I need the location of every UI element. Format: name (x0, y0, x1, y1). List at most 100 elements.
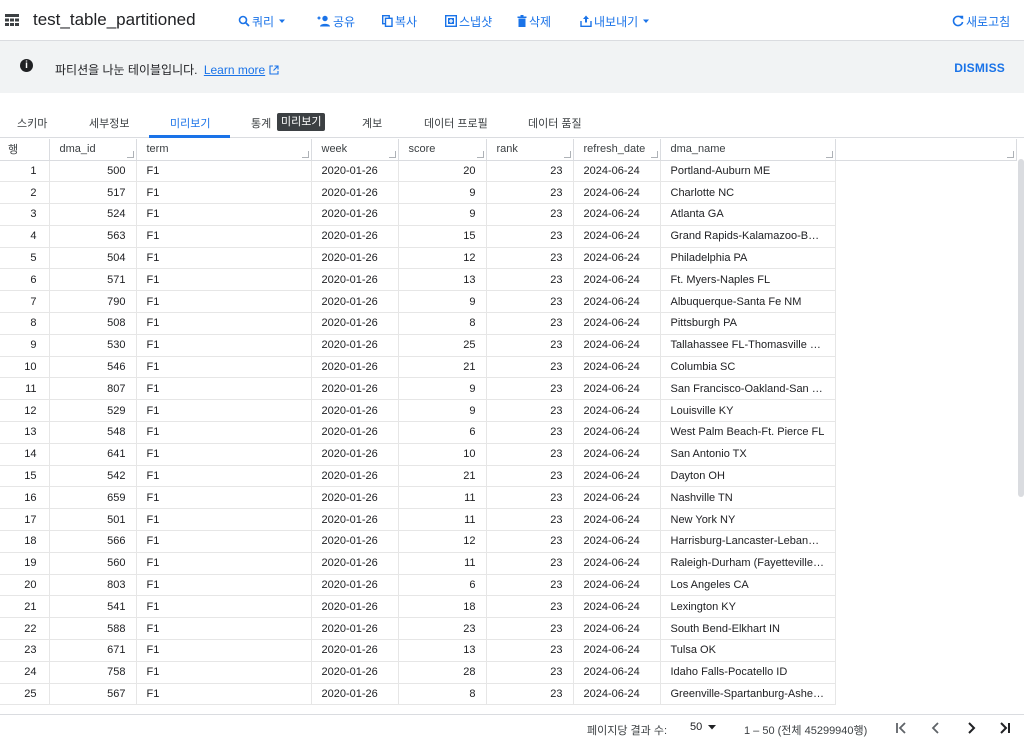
table-cell[interactable]: 571 (49, 268, 137, 292)
table-cell[interactable]: 11 (398, 508, 487, 532)
table-cell[interactable]: 2024-06-24 (573, 421, 661, 444)
table-cell[interactable]: 9 (398, 290, 487, 314)
table-cell[interactable]: Columbia SC (660, 356, 836, 379)
resize-handle-icon[interactable] (476, 150, 484, 158)
export-button[interactable]: 내보내기 (580, 12, 653, 30)
table-cell[interactable]: 23 (486, 312, 574, 335)
table-cell[interactable]: F1 (136, 443, 312, 466)
refresh-button[interactable]: 새로고침 (952, 12, 1010, 30)
table-cell[interactable]: 2020-01-26 (311, 334, 399, 357)
table-cell[interactable]: 567 (49, 683, 137, 706)
table-cell[interactable]: 23 (486, 530, 574, 553)
table-cell[interactable]: 2024-06-24 (573, 225, 661, 248)
table-cell[interactable]: 11 (398, 552, 487, 575)
table-cell[interactable]: Grand Rapids-Kalamazoo-Battl... (660, 225, 836, 248)
table-cell[interactable]: F1 (136, 247, 312, 270)
table-cell[interactable]: 23 (398, 617, 487, 641)
table-cell[interactable]: F1 (136, 225, 312, 248)
table-cell[interactable]: Atlanta GA (660, 203, 836, 226)
table-cell[interactable]: 2020-01-26 (311, 465, 399, 488)
table-cell[interactable]: 25 (398, 334, 487, 357)
resize-handle-icon[interactable] (563, 150, 571, 158)
table-cell[interactable]: F1 (136, 508, 312, 532)
table-cell[interactable]: 542 (49, 465, 137, 488)
table-cell[interactable]: 2024-06-24 (573, 595, 661, 619)
column-header[interactable]: rank (486, 139, 574, 161)
table-cell[interactable]: F1 (136, 683, 312, 706)
table-cell[interactable]: 2024-06-24 (573, 160, 661, 183)
first-page-icon[interactable] (892, 719, 910, 737)
table-cell[interactable]: 2024-06-24 (573, 268, 661, 292)
table-cell[interactable]: F1 (136, 617, 312, 641)
table-cell[interactable]: 2020-01-26 (311, 486, 399, 510)
table-cell[interactable]: 9 (398, 399, 487, 423)
column-header[interactable]: term (136, 139, 312, 161)
table-cell[interactable]: Los Angeles CA (660, 574, 836, 597)
table-cell[interactable]: 501 (49, 508, 137, 532)
table-cell[interactable]: 2020-01-26 (311, 247, 399, 270)
table-cell[interactable]: 758 (49, 661, 137, 684)
table-cell[interactable]: 12 (398, 530, 487, 553)
table-cell[interactable]: 23 (486, 595, 574, 619)
resize-handle-icon[interactable] (301, 150, 309, 158)
table-cell[interactable]: 2020-01-26 (311, 661, 399, 684)
table-cell[interactable]: 23 (486, 225, 574, 248)
table-cell[interactable]: 790 (49, 290, 137, 314)
table-cell[interactable]: New York NY (660, 508, 836, 532)
table-cell[interactable]: 2020-01-26 (311, 312, 399, 335)
table-cell[interactable]: 530 (49, 334, 137, 357)
table-cell[interactable]: Philadelphia PA (660, 247, 836, 270)
table-cell[interactable]: F1 (136, 574, 312, 597)
table-cell[interactable]: 2024-06-24 (573, 552, 661, 575)
vertical-scrollbar[interactable] (1018, 159, 1024, 497)
table-cell[interactable]: 517 (49, 181, 137, 205)
table-cell[interactable]: West Palm Beach-Ft. Pierce FL (660, 421, 836, 444)
copy-button[interactable]: 복사 (382, 12, 417, 30)
table-cell[interactable]: F1 (136, 421, 312, 444)
table-cell[interactable]: 2024-06-24 (573, 661, 661, 684)
dismiss-button[interactable]: DISMISS (954, 61, 1005, 75)
table-cell[interactable]: 2024-06-24 (573, 508, 661, 532)
column-header[interactable]: dma_name (660, 139, 836, 161)
table-cell[interactable]: F1 (136, 356, 312, 379)
column-header[interactable]: dma_id (49, 139, 137, 161)
table-cell[interactable]: 23 (486, 486, 574, 510)
table-cell[interactable]: South Bend-Elkhart IN (660, 617, 836, 641)
table-cell[interactable]: Ft. Myers-Naples FL (660, 268, 836, 292)
resize-handle-icon[interactable] (388, 150, 396, 158)
table-cell[interactable]: F1 (136, 312, 312, 335)
table-cell[interactable]: 2020-01-26 (311, 268, 399, 292)
learn-more-link[interactable]: Learn more (204, 63, 265, 77)
table-cell[interactable]: 6 (398, 574, 487, 597)
table-cell[interactable]: 641 (49, 443, 137, 466)
table-cell[interactable]: 659 (49, 486, 137, 510)
table-cell[interactable]: 2024-06-24 (573, 181, 661, 205)
table-cell[interactable]: 2020-01-26 (311, 377, 399, 401)
table-cell[interactable]: 9 (398, 377, 487, 401)
table-cell[interactable]: 563 (49, 225, 137, 248)
table-cell[interactable]: F1 (136, 160, 312, 183)
table-cell[interactable]: 807 (49, 377, 137, 401)
table-cell[interactable]: F1 (136, 334, 312, 357)
table-cell[interactable]: 11 (398, 486, 487, 510)
table-cell[interactable]: Dayton OH (660, 465, 836, 488)
table-cell[interactable]: 9 (398, 181, 487, 205)
table-cell[interactable]: 23 (486, 683, 574, 706)
table-cell[interactable]: 23 (486, 290, 574, 314)
table-cell[interactable]: 671 (49, 639, 137, 662)
resize-handle-icon[interactable] (126, 150, 134, 158)
table-cell[interactable]: 13 (398, 639, 487, 662)
table-cell[interactable]: 2020-01-26 (311, 290, 399, 314)
table-cell[interactable]: Tallahassee FL-Thomasville GA (660, 334, 836, 357)
next-page-icon[interactable] (962, 719, 980, 737)
table-cell[interactable]: Albuquerque-Santa Fe NM (660, 290, 836, 314)
table-cell[interactable]: 508 (49, 312, 137, 335)
table-cell[interactable]: Lexington KY (660, 595, 836, 619)
table-cell[interactable]: 23 (486, 399, 574, 423)
table-cell[interactable]: 9 (398, 203, 487, 226)
table-cell[interactable]: 18 (398, 595, 487, 619)
delete-button[interactable]: 삭제 (517, 12, 551, 30)
table-cell[interactable]: 21 (398, 356, 487, 379)
tab-preview[interactable]: 미리보기 (170, 115, 210, 131)
snapshot-button[interactable]: 스냅샷 (445, 12, 492, 30)
